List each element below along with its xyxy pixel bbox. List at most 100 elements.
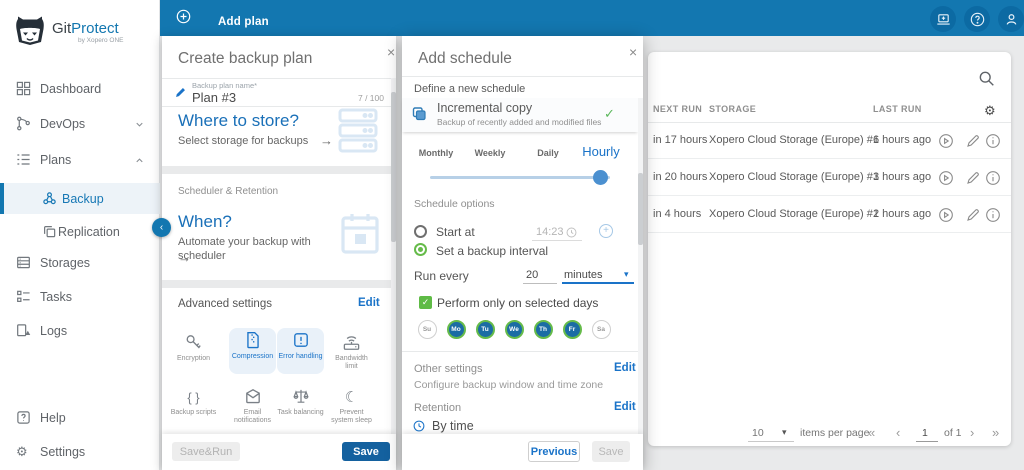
previous-button[interactable]: Previous [528,441,580,462]
per-page-label: items per page [800,427,870,439]
info-icon[interactable] [985,207,1001,223]
days-checkbox-label: Perform only on selected days [437,296,599,310]
brand-logo[interactable]: GitProtect by Xopero ONE [14,15,146,49]
sidebar-item-replication[interactable]: Replication [0,217,160,247]
table-row[interactable]: in 20 hours Xopero Cloud Storage (Europe… [648,159,1011,196]
tile-task-balancing[interactable]: Task balancing [277,384,324,430]
define-schedule-label: Define a new schedule [414,83,526,95]
advanced-edit-link[interactable]: Edit [358,297,380,309]
start-time-input[interactable]: 14:23 [536,226,564,238]
column-settings-gear-icon[interactable]: ⚙ [984,104,996,117]
day-su[interactable]: Su [417,320,437,339]
day-fr[interactable]: Fr [562,320,582,339]
braces-icon: { } [187,390,200,405]
scheduler-retention-section[interactable]: Scheduler & Retention When? Automate you… [162,174,396,280]
days-checkbox[interactable]: ✓ [419,296,432,309]
tab-monthly[interactable]: Monthly [419,148,454,158]
col-storage: STORAGE [709,104,757,114]
sidebar-item-help[interactable]: Help [0,403,160,433]
tab-weekly[interactable]: Weekly [475,148,506,158]
add-plan-button[interactable]: Add plan [176,4,296,32]
sidebar-item-label: Settings [40,445,86,459]
tile-prevent-system-sleep[interactable]: ☾ Prevent system sleep [328,384,375,430]
info-icon[interactable] [985,133,1001,149]
modal-scrollbar[interactable] [638,98,643,434]
plans-table-card: NEXT RUN STORAGE LAST RUN ⚙ in 17 hours … [648,52,1011,446]
per-page-dropdown-icon[interactable]: ▾ [782,427,787,438]
logs-icon [16,323,31,338]
unit-dropdown-icon[interactable]: ▾ [624,269,629,280]
tile-bandwidth-limit[interactable]: Bandwidth limit [328,330,375,376]
per-page-value[interactable]: 10 [752,427,764,439]
day-we[interactable]: We [504,320,524,339]
collapse-panel-button[interactable]: ‹ [152,218,171,237]
backup-type-incremental[interactable]: Incremental copy Backup of recently adde… [402,98,638,132]
sidebar-item-devops[interactable]: DevOps [0,109,160,139]
run-every-value-input[interactable]: 20 [526,269,538,281]
frequency-slider-handle[interactable] [593,170,608,185]
save-and-run-button[interactable]: Save&Run [172,442,240,461]
search-icon[interactable] [978,70,995,87]
close-icon[interactable]: × [629,45,637,59]
page-number-input[interactable]: 1 [922,427,928,439]
edit-pencil-icon[interactable] [965,207,981,223]
sidebar-item-backup[interactable]: Backup [0,183,160,214]
save-button-disabled[interactable]: Save [592,441,630,462]
next-page-icon[interactable]: › [970,425,974,440]
day-sa[interactable]: Sa [591,320,611,339]
info-icon[interactable] [985,170,1001,186]
brand-git: Git [52,20,72,37]
add-time-plus-icon[interactable]: + [599,224,613,238]
tile-email-notifications[interactable]: Email notifications [229,384,276,430]
user-icon [1004,12,1019,27]
tab-daily[interactable]: Daily [537,148,559,158]
sidebar-item-logs[interactable]: Logs [0,316,160,346]
col-last-run: LAST RUN [873,104,922,114]
day-th[interactable]: Th [533,320,553,339]
close-icon[interactable]: × [387,45,395,59]
brand-name: GitProtect [52,20,119,37]
sidebar-item-settings[interactable]: ⚙ Settings [0,437,160,467]
calendar-icon [340,212,380,256]
retention-edit-link[interactable]: Edit [614,401,636,413]
edit-pencil-icon[interactable] [965,133,981,149]
day-mo[interactable]: Mo [446,320,466,339]
last-page-icon[interactable]: » [992,425,999,440]
tile-compression[interactable]: Compression [229,328,276,374]
run-unit-select[interactable]: minutes [564,269,603,281]
backup-plan-name-field[interactable]: Backup plan name* Plan #3 7 / 100 [162,78,396,107]
tab-hourly[interactable]: Hourly [582,144,620,159]
table-row[interactable]: in 4 hours Xopero Cloud Storage (Europe)… [648,196,1011,233]
sidebar-item-storages[interactable]: Storages [0,248,160,278]
help-button[interactable] [964,6,990,32]
sidebar-item-tasks[interactable]: Tasks [0,282,160,312]
prev-page-icon[interactable]: ‹ [896,425,900,440]
replication-copy-icon [42,224,57,239]
run-now-icon[interactable] [938,207,954,223]
table-row[interactable]: in 17 hours Xopero Cloud Storage (Europe… [648,122,1011,159]
interval-radio[interactable] [414,243,427,256]
save-button[interactable]: Save [342,442,390,461]
sidebar-item-label: Help [40,411,66,425]
day-tu[interactable]: Tu [475,320,495,339]
panel-scrollbar[interactable] [391,78,396,434]
remote-session-button[interactable] [930,6,956,32]
tile-error-handling[interactable]: Error handling [277,328,324,374]
edit-pencil-icon[interactable] [965,170,981,186]
account-button[interactable] [998,6,1024,32]
clock-icon [566,227,577,238]
run-now-icon[interactable] [938,170,954,186]
first-page-icon[interactable]: « [868,425,875,440]
tile-encryption[interactable]: Encryption [170,330,217,376]
start-at-radio[interactable] [414,225,427,238]
run-now-icon[interactable] [938,133,954,149]
other-settings-edit-link[interactable]: Edit [614,362,636,374]
tile-backup-scripts[interactable]: { } Backup scripts [170,384,217,430]
devops-branch-icon [16,116,31,131]
sidebar-item-plans[interactable]: Plans [0,145,160,175]
frequency-slider-track[interactable] [430,176,610,179]
when-subtitle: Automate your backup with scheduler [178,236,311,262]
where-to-store-section[interactable]: Where to store? Select storage for backu… [162,107,396,166]
sidebar-item-dashboard[interactable]: Dashboard [0,74,160,104]
error-warning-icon [277,331,324,353]
